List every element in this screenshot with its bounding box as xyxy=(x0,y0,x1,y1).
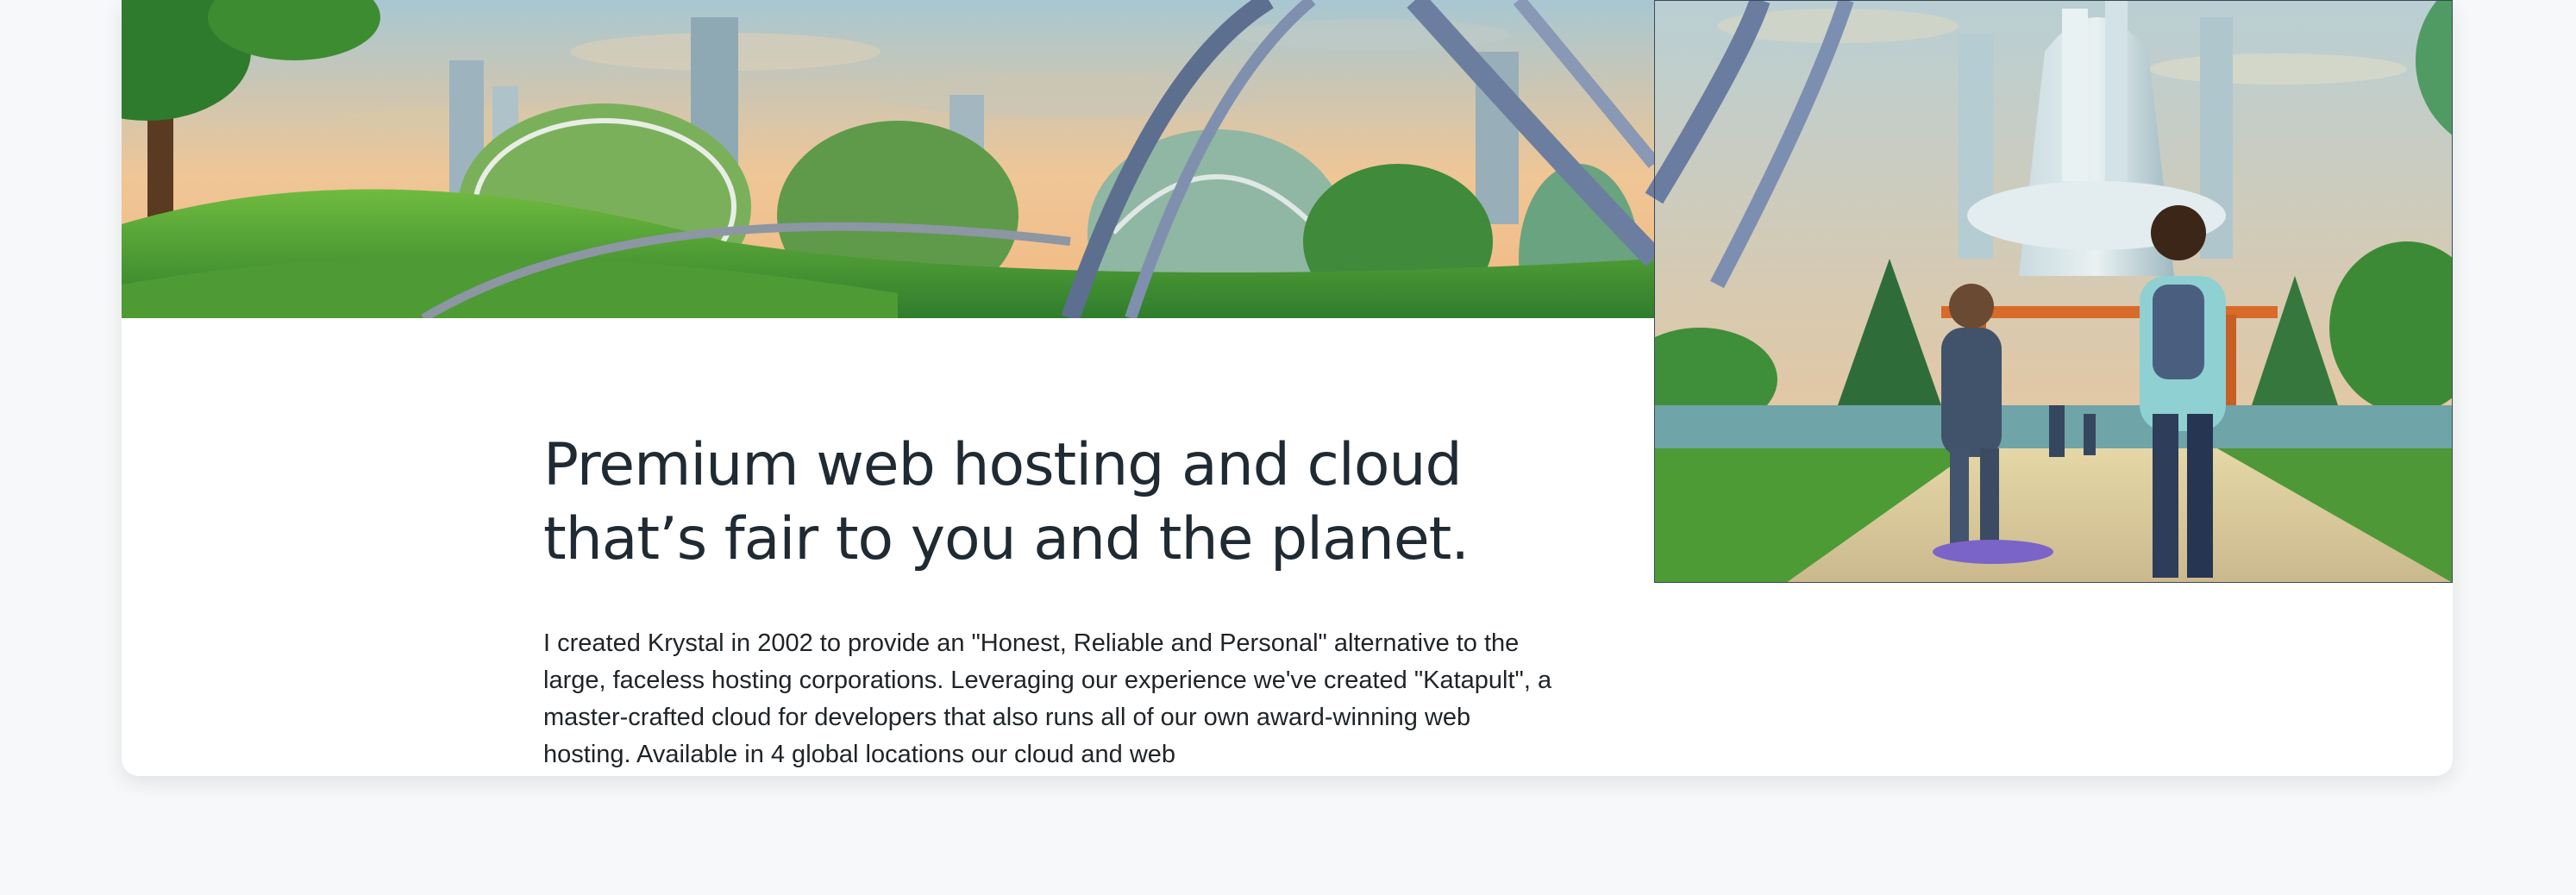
hero-intro-text: I created Krystal in 2002 to provide an … xyxy=(543,629,1552,768)
hero-card: Premium web hosting and cloud that’s fai… xyxy=(122,0,2453,776)
hero-copy: Premium web hosting and cloud that’s fai… xyxy=(543,429,1621,773)
headline-line-2: that’s fair to you and the planet. xyxy=(543,505,1470,573)
hero-headline: Premium web hosting and cloud that’s fai… xyxy=(543,429,1621,577)
headline-line-1: Premium web hosting and cloud xyxy=(543,431,1463,499)
